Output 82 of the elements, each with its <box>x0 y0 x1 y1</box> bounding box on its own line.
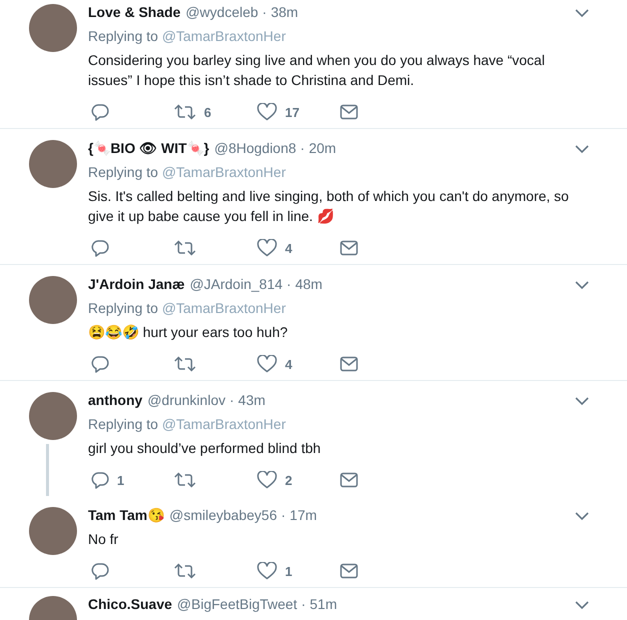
reply-icon[interactable] <box>91 562 109 580</box>
user-name[interactable]: J'Ardoin Janæ <box>88 274 185 294</box>
user-handle[interactable]: @drunkinlov <box>147 390 226 410</box>
user-handle[interactable]: @smileybabey56 <box>169 505 277 525</box>
envelope-icon[interactable] <box>340 356 358 372</box>
tweet-card[interactable]: Tam Tam😘 @smileybabey56 · 17m No fr 1 <box>0 496 627 588</box>
separator-dot: · <box>300 139 305 158</box>
mention-link[interactable]: @TamarBraxtonHer <box>162 300 286 316</box>
thread-line <box>46 444 49 496</box>
separator-dot: · <box>262 3 267 22</box>
tweet-card[interactable]: Chico.Suave @BigFeetBigTweet · 51m <box>0 588 627 620</box>
envelope-icon[interactable] <box>340 563 358 579</box>
tweet-text: Sis. It's called belting and live singing, both of which you can't do anymore, so give it up babe cause you fell in line. 💋 <box>88 187 570 226</box>
tweet-time[interactable]: 17m <box>290 505 317 525</box>
user-name[interactable]: anthony <box>88 390 142 410</box>
reply-icon[interactable] <box>91 471 109 489</box>
separator-dot: · <box>286 275 292 294</box>
like-count: 4 <box>285 240 292 256</box>
user-name[interactable]: Chico.Suave <box>88 594 172 614</box>
chevron-down-icon[interactable] <box>575 601 589 610</box>
reply-icon[interactable] <box>91 355 109 373</box>
chevron-down-icon[interactable] <box>575 512 589 521</box>
tweet-time[interactable]: 38m <box>270 2 298 22</box>
tweet-time[interactable]: 51m <box>310 594 337 614</box>
user-handle[interactable]: @JArdoin_814 <box>190 274 283 294</box>
tweet-time[interactable]: 43m <box>238 390 266 410</box>
tweet-text: Considering you barley sing live and when you do you always have “vocal issues” I hope this isn’t shade to Christina and Demi. <box>88 51 546 90</box>
avatar-placeholder[interactable] <box>29 392 77 440</box>
chevron-down-icon[interactable] <box>575 145 589 154</box>
tweet-card[interactable]: {🍬BIO 👁 WIT🍬} @8Hogdion8 · 20m Replying to @TamarBraxtonHer Sis. It's called belting and live singing, both of which you can't do anymore, so give it up babe cause you fell in line. 💋 4 <box>0 129 627 265</box>
avatar-placeholder[interactable] <box>29 4 77 52</box>
reply-icon[interactable] <box>91 103 109 121</box>
chevron-down-icon[interactable] <box>575 9 589 18</box>
heart-icon[interactable] <box>257 239 277 257</box>
tweet-card[interactable]: J'Ardoin Janæ @JArdoin_814 · 48m Replying to @TamarBraxtonHer 😫😂🤣 hurt your ears too huh? 4 <box>0 265 627 381</box>
user-name[interactable]: {🍬BIO 👁 WIT🍬} <box>88 138 210 158</box>
heart-icon[interactable] <box>257 471 277 489</box>
retweet-icon[interactable] <box>174 471 196 489</box>
avatar-placeholder[interactable] <box>29 276 77 324</box>
separator-dot: · <box>301 595 306 614</box>
avatar-placeholder[interactable] <box>29 507 77 555</box>
heart-icon[interactable] <box>257 355 277 373</box>
reply-icon[interactable] <box>91 239 109 257</box>
like-count: 4 <box>285 356 292 372</box>
mention-link[interactable]: @TamarBraxtonHer <box>162 416 286 432</box>
replying-to-label: Replying to <box>88 416 158 432</box>
tweet-card[interactable]: Love & Shade @wydceleb · 38m Replying to @TamarBraxtonHer Considering you barley sing live and when you do you always have “vocal issues” I hope this isn’t shade to Christina and Demi. 6 17 <box>0 0 627 129</box>
chevron-down-icon[interactable] <box>575 397 589 406</box>
envelope-icon[interactable] <box>340 104 358 120</box>
tweet-text: 😫😂🤣 hurt your ears too huh? <box>88 323 289 342</box>
chevron-down-icon[interactable] <box>575 281 589 290</box>
like-count: 2 <box>285 472 292 488</box>
envelope-icon[interactable] <box>340 240 358 256</box>
retweet-icon[interactable] <box>174 103 196 121</box>
user-handle[interactable]: @wydceleb <box>186 2 258 22</box>
separator-dot: · <box>281 506 286 525</box>
tweet-text: No fr <box>88 530 120 549</box>
tweet-time[interactable]: 20m <box>308 138 336 158</box>
tweet-text: girl you should’ve performed blind tbh <box>88 439 322 458</box>
avatar-placeholder[interactable] <box>29 140 77 188</box>
replying-to-label: Replying to <box>88 300 158 316</box>
envelope-icon[interactable] <box>340 472 358 488</box>
heart-icon[interactable] <box>257 103 277 121</box>
retweet-icon[interactable] <box>174 562 196 580</box>
mention-link[interactable]: @TamarBraxtonHer <box>162 164 286 180</box>
tweet-card[interactable]: anthony @drunkinlov · 43m Replying to @TamarBraxtonHer girl you should’ve performed blind tbh 1 2 <box>0 381 627 496</box>
heart-icon[interactable] <box>257 562 277 580</box>
tweet-time[interactable]: 48m <box>295 274 322 294</box>
like-count: 17 <box>285 104 300 120</box>
mention-link[interactable]: @TamarBraxtonHer <box>162 28 286 44</box>
user-name[interactable]: Love & Shade <box>88 2 181 22</box>
like-count: 1 <box>285 564 292 578</box>
replying-to-label: Replying to <box>88 164 158 180</box>
user-handle[interactable]: @BigFeetBigTweet <box>177 594 298 614</box>
user-name[interactable]: Tam Tam😘 <box>88 505 164 525</box>
user-handle[interactable]: @8Hogdion8 <box>214 138 296 158</box>
retweet-icon[interactable] <box>174 239 196 257</box>
retweet-count: 6 <box>204 104 212 120</box>
reply-count: 1 <box>117 472 124 488</box>
retweet-icon[interactable] <box>174 355 196 373</box>
separator-dot: · <box>229 391 234 410</box>
replying-to-label: Replying to <box>88 28 158 44</box>
